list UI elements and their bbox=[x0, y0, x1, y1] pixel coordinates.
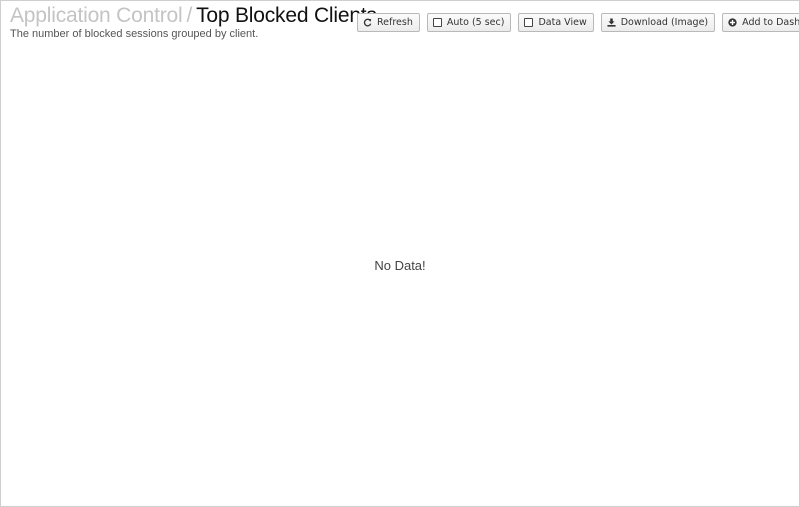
download-icon bbox=[607, 18, 616, 27]
add-to-dashboard-label: Add to Dashb bbox=[742, 17, 800, 28]
page-title: Application Control / Top Blocked Clients bbox=[10, 4, 377, 28]
refresh-button-label: Refresh bbox=[377, 17, 413, 28]
add-to-dashboard-button[interactable]: Add to Dashb bbox=[722, 13, 800, 32]
data-view-label: Data View bbox=[538, 17, 587, 28]
auto-refresh-label: Auto (5 sec) bbox=[446, 17, 505, 28]
report-panel: Application Control / Top Blocked Clients … bbox=[0, 0, 800, 507]
chart-empty-message: No Data! bbox=[374, 258, 426, 273]
data-view-toggle[interactable]: Data View bbox=[518, 13, 594, 32]
report-toolbar: Refresh Auto (5 sec) Data View Download … bbox=[357, 13, 800, 32]
download-image-label: Download (Image) bbox=[620, 17, 709, 28]
report-header: Application Control / Top Blocked Clients … bbox=[10, 4, 377, 40]
breadcrumb-parent[interactable]: Application Control bbox=[10, 4, 183, 27]
refresh-icon bbox=[363, 18, 372, 27]
download-image-button[interactable]: Download (Image) bbox=[600, 13, 716, 32]
plus-circle-icon bbox=[728, 18, 737, 27]
data-view-checkbox[interactable] bbox=[524, 18, 534, 27]
refresh-button[interactable]: Refresh bbox=[357, 13, 420, 32]
auto-refresh-toggle[interactable]: Auto (5 sec) bbox=[426, 13, 512, 32]
report-description: The number of blocked sessions grouped b… bbox=[10, 28, 259, 40]
report-title: Top Blocked Clients bbox=[196, 4, 377, 27]
auto-refresh-checkbox[interactable] bbox=[432, 18, 442, 27]
breadcrumb-separator: / bbox=[186, 4, 193, 27]
